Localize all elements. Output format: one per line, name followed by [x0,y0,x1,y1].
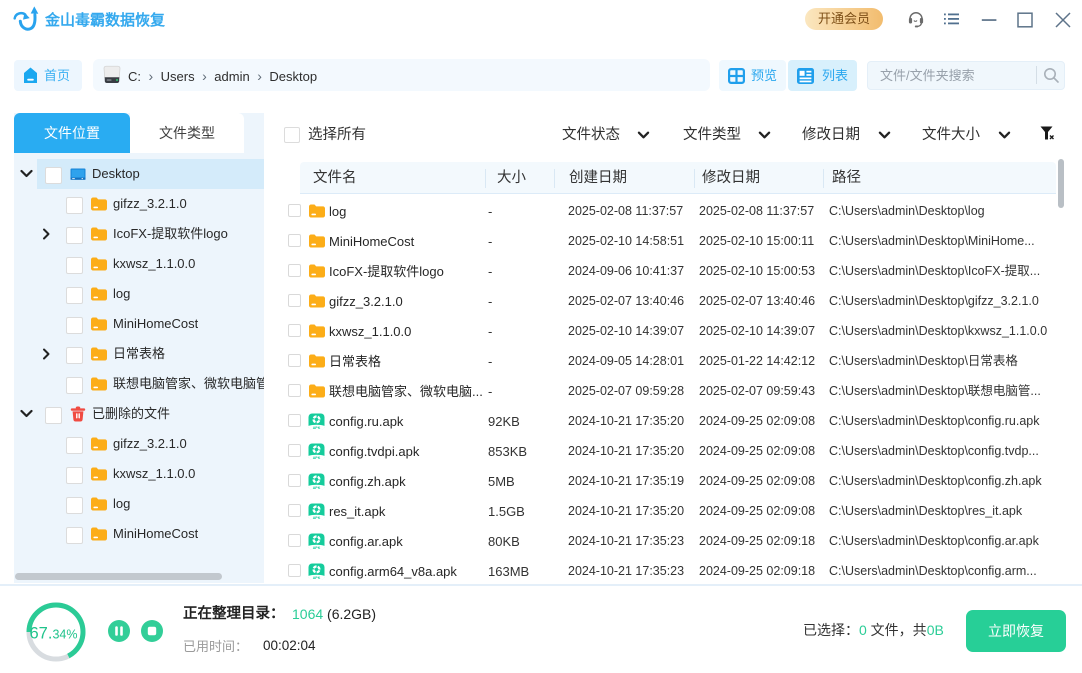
svg-text:67.34%: 67.34% [30,625,78,643]
